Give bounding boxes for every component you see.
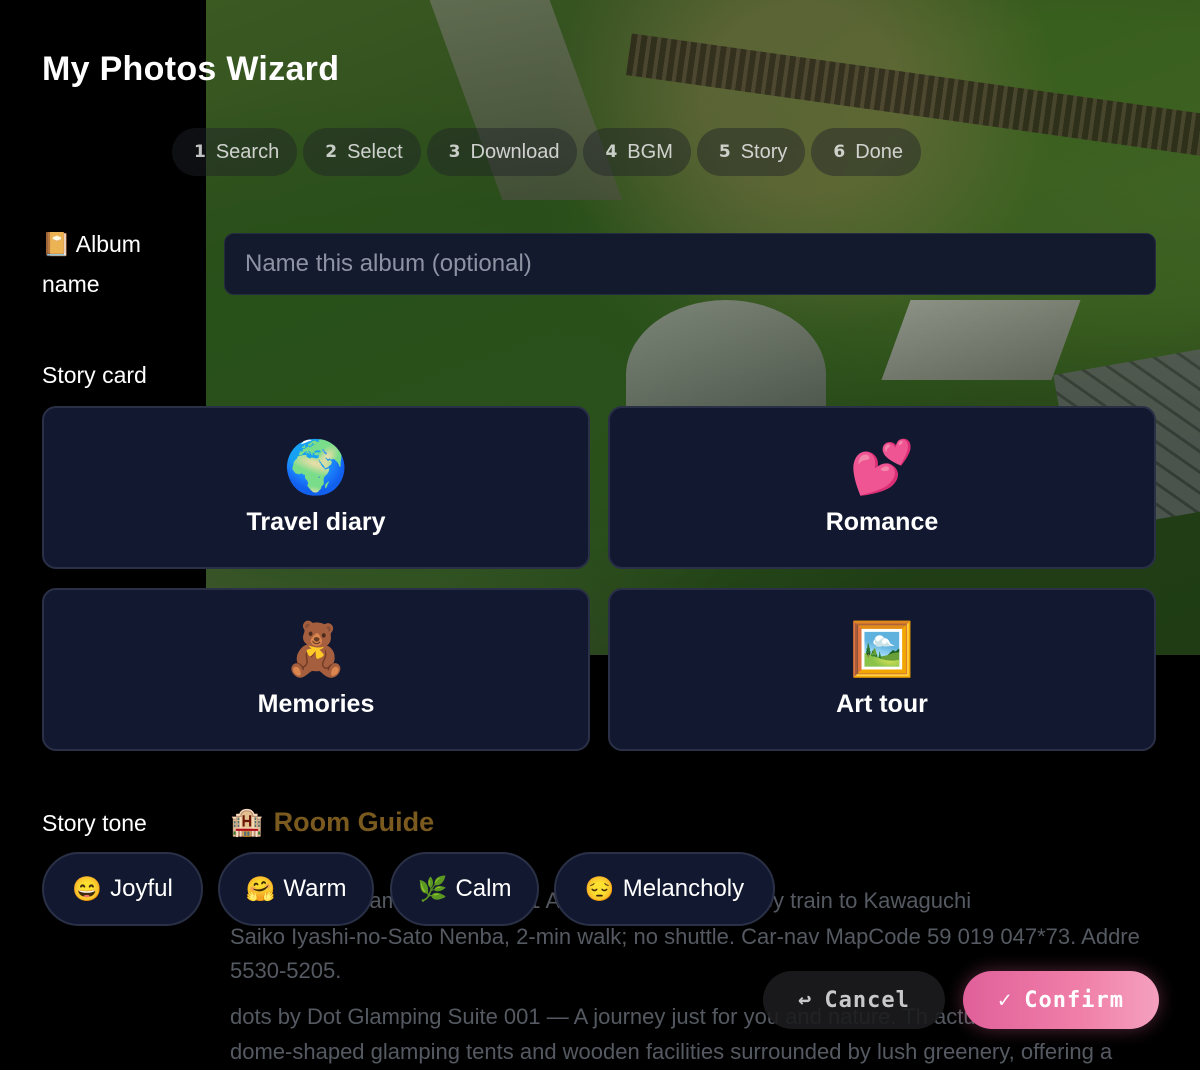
pensive-face-icon: 😔 bbox=[584, 875, 615, 903]
album-name-label: 📔 Album name bbox=[42, 224, 192, 304]
step-label: Select bbox=[347, 140, 403, 163]
step-label: Download bbox=[470, 140, 560, 163]
album-name-input[interactable] bbox=[224, 233, 1156, 295]
step-bgm[interactable]: 4 BGM bbox=[583, 128, 691, 176]
card-label: Art tour bbox=[836, 690, 928, 718]
tone-label: Warm bbox=[283, 875, 347, 902]
photo-roof bbox=[881, 300, 1081, 380]
tone-joyful[interactable]: 😄 Joyful bbox=[42, 852, 203, 926]
step-label: Story bbox=[740, 140, 788, 163]
story-card-travel-diary[interactable]: 🌍 Travel diary bbox=[42, 406, 590, 569]
step-label: Search bbox=[215, 140, 280, 163]
step-search[interactable]: 1 Search bbox=[172, 128, 298, 176]
teddy-bear-icon: 🧸 bbox=[283, 620, 349, 680]
globe-icon: 🌍 bbox=[283, 438, 349, 498]
confirm-label: Confirm bbox=[1024, 987, 1124, 1013]
page-title: My Photos Wizard bbox=[42, 50, 340, 88]
room-guide-title: Room Guide bbox=[273, 806, 435, 837]
step-number: 5 bbox=[718, 142, 731, 162]
hotel-icon: 🏨 bbox=[230, 807, 264, 837]
notebook-icon: 📔 bbox=[42, 231, 71, 257]
story-card-memories[interactable]: 🧸 Memories bbox=[42, 588, 590, 751]
bg-text-line: dome-shaped glamping tents and wooden fa… bbox=[230, 1039, 1113, 1064]
confirm-button[interactable]: ✓ Confirm bbox=[963, 971, 1159, 1029]
tone-calm[interactable]: 🌿 Calm bbox=[390, 852, 539, 926]
step-number: 4 bbox=[605, 142, 618, 162]
cancel-label: Cancel bbox=[824, 987, 910, 1013]
album-label-line2: name bbox=[42, 271, 100, 297]
tone-label: Melancholy bbox=[622, 875, 745, 902]
card-label: Travel diary bbox=[246, 508, 386, 536]
card-label: Romance bbox=[825, 508, 939, 536]
story-card-label: Story card bbox=[42, 362, 147, 388]
check-icon: ✓ bbox=[998, 987, 1013, 1013]
step-number: 2 bbox=[325, 142, 338, 162]
wizard-stepper: 1 Search 2 Select 3 Download 4 BGM 5 Sto… bbox=[172, 128, 927, 176]
step-number: 1 bbox=[194, 142, 206, 162]
tone-warm[interactable]: 🤗 Warm bbox=[218, 852, 374, 926]
story-card-romance[interactable]: 💕 Romance bbox=[608, 406, 1156, 569]
step-label: BGM bbox=[627, 140, 673, 163]
return-arrow-icon: ↩ bbox=[798, 987, 813, 1013]
grinning-face-icon: 😄 bbox=[72, 875, 103, 903]
tone-melancholy[interactable]: 😔 Melancholy bbox=[554, 852, 775, 926]
step-story[interactable]: 5 Story bbox=[696, 128, 806, 176]
cancel-button[interactable]: ↩ Cancel bbox=[763, 971, 945, 1029]
card-label: Memories bbox=[257, 690, 375, 718]
album-label-line1: Album bbox=[75, 231, 141, 257]
story-tone-label: Story tone bbox=[42, 810, 147, 836]
tone-label: Joyful bbox=[110, 875, 173, 902]
step-download[interactable]: 3 Download bbox=[426, 128, 578, 176]
bg-text-line: Saiko Iyashi-no-Sato Nenba, 2-min walk; … bbox=[230, 924, 1140, 949]
hugging-face-icon: 🤗 bbox=[245, 875, 276, 903]
herb-icon: 🌿 bbox=[417, 875, 448, 903]
bg-text-line: 5530-5205. bbox=[230, 958, 342, 983]
story-card-art-tour[interactable]: 🖼️ Art tour bbox=[608, 588, 1156, 751]
step-done[interactable]: 6 Done bbox=[811, 128, 922, 176]
hearts-icon: 💕 bbox=[849, 438, 915, 498]
framed-picture-icon: 🖼️ bbox=[849, 620, 915, 680]
tone-label: Calm bbox=[455, 875, 512, 902]
step-select[interactable]: 2 Select bbox=[303, 128, 421, 176]
step-number: 3 bbox=[448, 142, 461, 162]
room-guide-heading: 🏨 Room Guide bbox=[230, 806, 434, 838]
step-number: 6 bbox=[833, 142, 846, 162]
step-label: Done bbox=[855, 140, 904, 163]
